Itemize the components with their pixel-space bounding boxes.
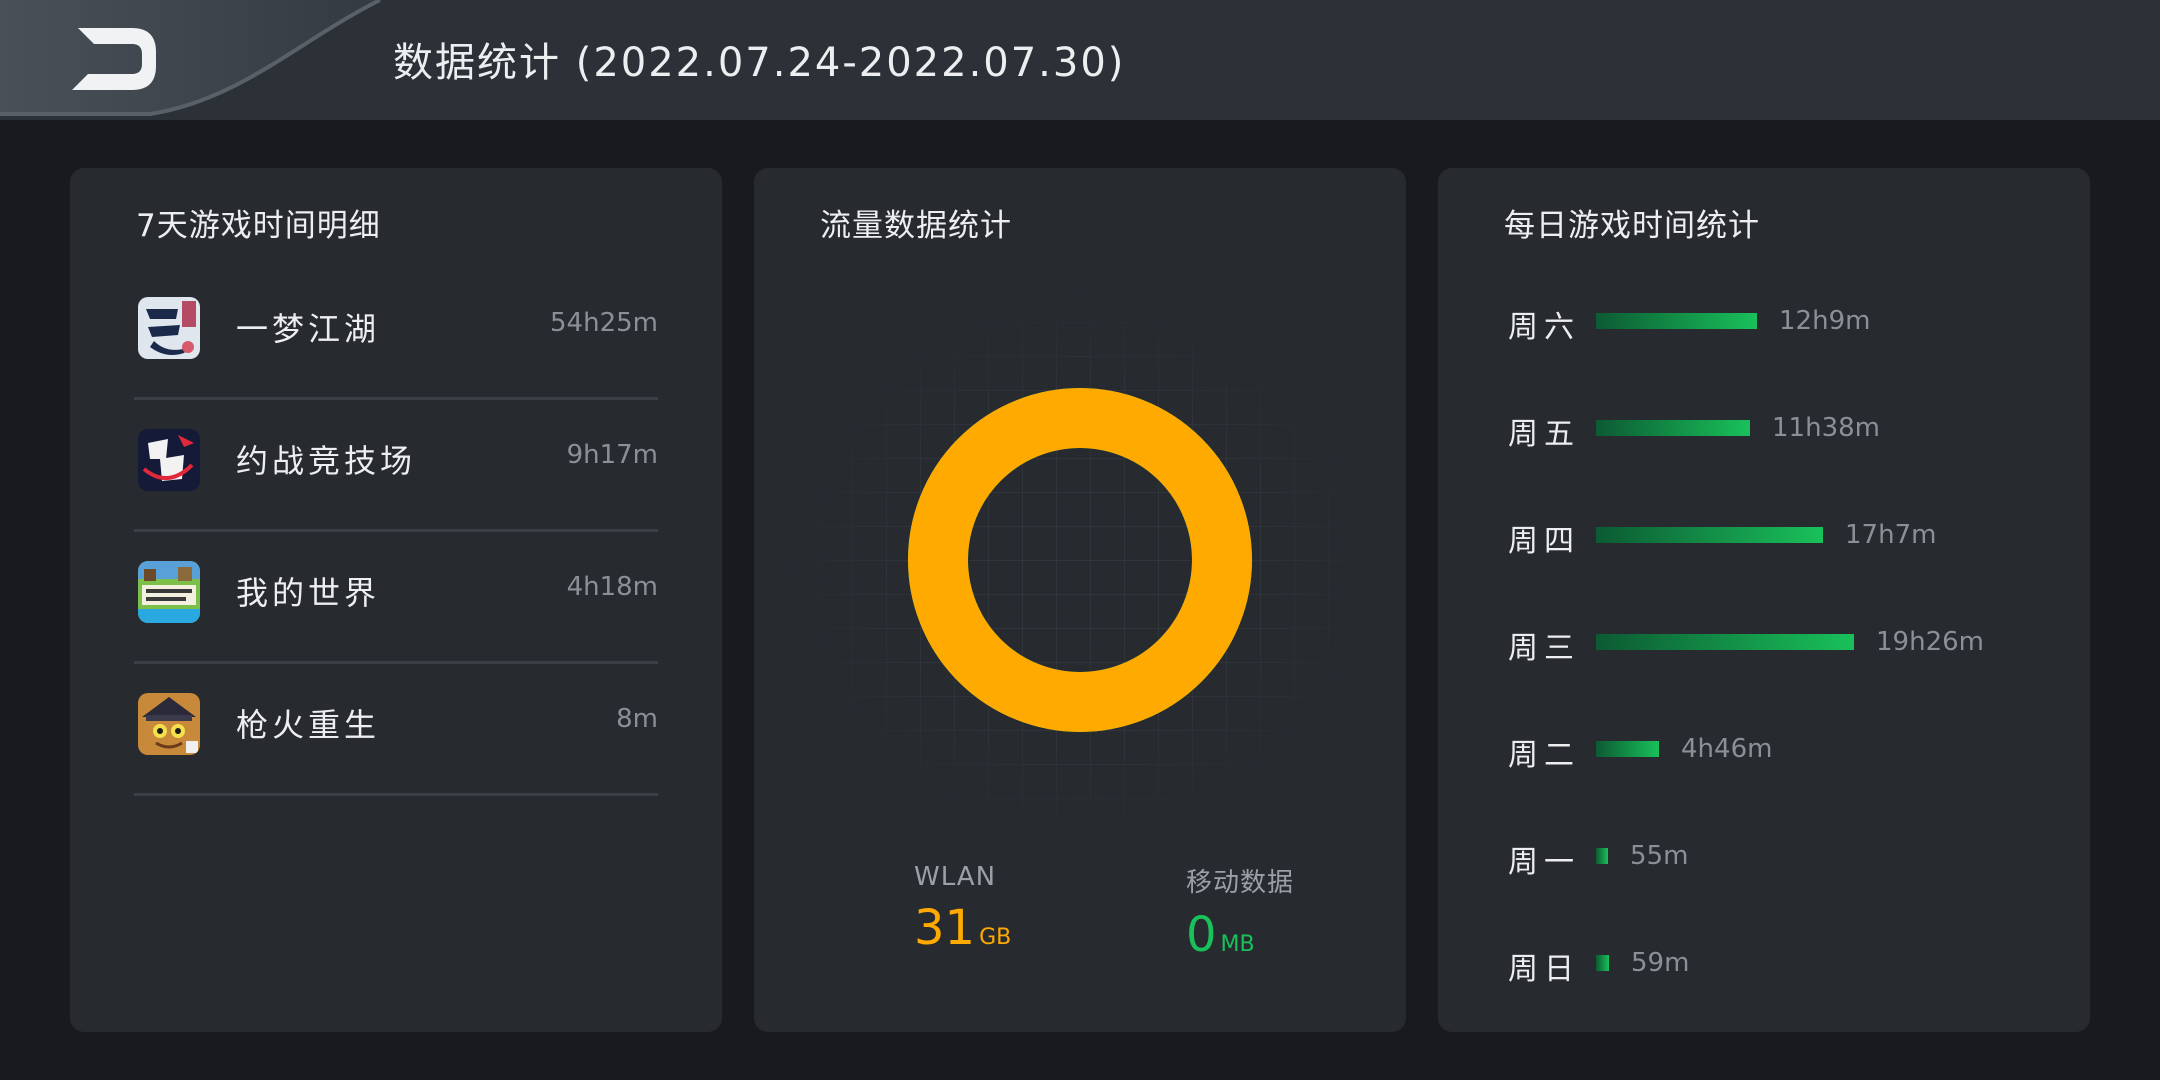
- mobile-data-value: 0: [1186, 907, 1217, 963]
- wlan-unit: GB: [979, 925, 1012, 950]
- yuezhan-icon: [138, 429, 200, 491]
- yimeng-jianghu-icon: [138, 297, 200, 359]
- day-row: 周六 12h9m: [1508, 302, 2068, 345]
- game-time: 4h18m: [566, 572, 658, 602]
- game-time: 9h17m: [566, 440, 658, 470]
- day-time-label: 55m: [1630, 841, 1689, 871]
- game-list: 一梦江湖 54h25m 约战竞技场 9h17m 我的世界 4h18m 枪火重生 …: [134, 268, 658, 796]
- day-bar: [1596, 741, 1659, 757]
- panel-title: 流量数据统计: [820, 208, 1012, 244]
- mobile-data-label: 移动数据: [1186, 868, 1295, 898]
- list-item[interactable]: 一梦江湖 54h25m: [134, 268, 658, 400]
- wlan-value: 31: [914, 900, 976, 956]
- panel-title: 7天游戏时间明细: [136, 208, 381, 244]
- wlan-label: WLAN: [914, 862, 997, 892]
- mobile-data-stat: 移动数据 0 MB: [1186, 862, 1294, 963]
- day-row: 周三 19h26m: [1508, 623, 2068, 666]
- list-item[interactable]: 约战竞技场 9h17m: [134, 400, 658, 532]
- day-row: 周一 55m: [1508, 837, 2068, 880]
- back-button[interactable]: [60, 22, 170, 98]
- day-time-label: 59m: [1631, 948, 1690, 978]
- minecraft-icon: [138, 561, 200, 623]
- day-bar: [1596, 848, 1608, 864]
- day-row: 周日 59m: [1508, 944, 2068, 987]
- game-name: 我的世界: [236, 574, 381, 612]
- game-name: 一梦江湖: [236, 310, 381, 348]
- day-time-label: 12h9m: [1779, 306, 1871, 336]
- day-label: 周日: [1508, 952, 1580, 987]
- game-name: 枪火重生: [236, 706, 381, 744]
- list-item[interactable]: 枪火重生 8m: [134, 664, 658, 796]
- day-time-label: 11h38m: [1772, 413, 1880, 443]
- day-label: 周三: [1508, 631, 1580, 666]
- day-bar: [1596, 527, 1823, 543]
- day-bar: [1596, 634, 1854, 650]
- top-bar: 数据统计 (2022.07.24-2022.07.30): [0, 0, 2160, 120]
- traffic-donut-chart: [784, 288, 1376, 848]
- wlan-stat: WLAN 31 GB: [914, 862, 1011, 956]
- day-bar: [1596, 420, 1750, 436]
- gunfire-reborn-icon: [138, 693, 200, 755]
- day-bar: [1596, 313, 1757, 329]
- day-label: 周二: [1508, 738, 1580, 773]
- back-arrow-icon: [72, 28, 156, 90]
- game-time: 54h25m: [550, 308, 658, 338]
- mobile-data-unit: MB: [1220, 932, 1255, 957]
- panel-title: 每日游戏时间统计: [1504, 208, 1760, 244]
- day-label: 周四: [1508, 524, 1580, 559]
- day-bar: [1596, 955, 1609, 971]
- day-label: 周六: [1508, 310, 1580, 345]
- game-time: 8m: [616, 704, 658, 734]
- list-item[interactable]: 我的世界 4h18m: [134, 532, 658, 664]
- day-row: 周二 4h46m: [1508, 730, 2068, 773]
- page-title: 数据统计 (2022.07.24-2022.07.30): [393, 40, 1126, 86]
- day-label: 周一: [1508, 845, 1580, 880]
- donut-grid-background: [784, 288, 1376, 848]
- traffic-stats-panel: 流量数据统计 WLAN 31 GB 移动数据 0 MB: [754, 168, 1406, 1032]
- daily-game-time-panel: 每日游戏时间统计 周六 12h9m 周五 11h38m 周四 17h7m 周三 19h26m 周…: [1438, 168, 2090, 1032]
- game-time-detail-panel: 7天游戏时间明细 一梦江湖 54h25m 约战竞技场 9h17m 我的世界 4h…: [70, 168, 722, 1032]
- day-row: 周四 17h7m: [1508, 516, 2068, 559]
- day-label: 周五: [1508, 417, 1580, 452]
- day-time-label: 19h26m: [1876, 627, 1984, 657]
- day-row: 周五 11h38m: [1508, 409, 2068, 452]
- day-time-label: 17h7m: [1845, 520, 1937, 550]
- game-name: 约战竞技场: [236, 442, 417, 480]
- day-time-label: 4h46m: [1681, 734, 1773, 764]
